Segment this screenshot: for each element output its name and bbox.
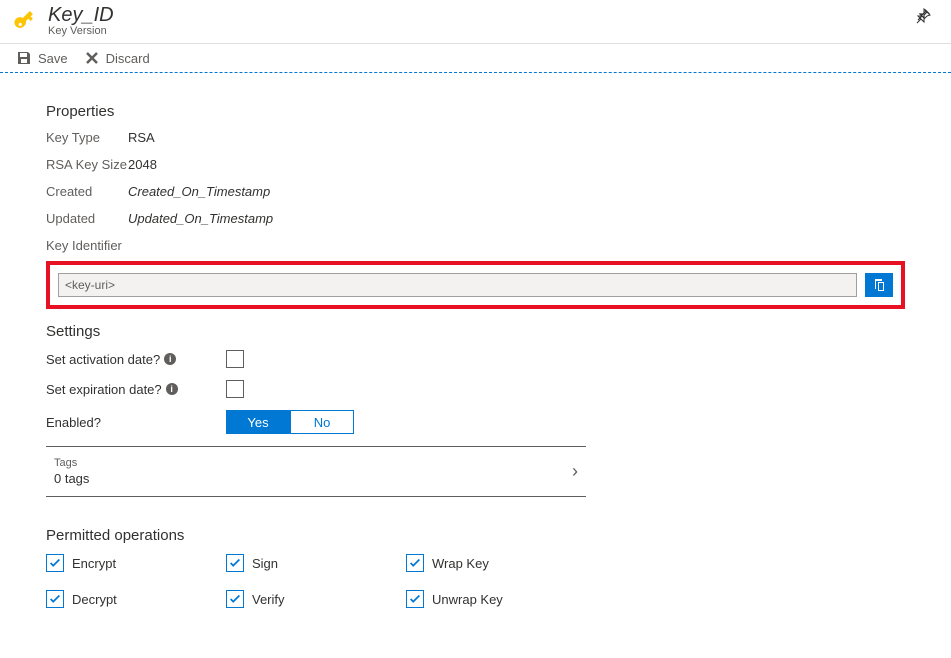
key-icon	[12, 7, 40, 35]
verify-checkbox[interactable]	[226, 590, 244, 608]
activation-label: Set activation date?	[46, 352, 160, 367]
discard-button[interactable]: Discard	[84, 50, 150, 66]
key-uri-input[interactable]	[58, 273, 857, 297]
sign-checkbox[interactable]	[226, 554, 244, 572]
updated-label: Updated	[46, 211, 128, 226]
key-type-value: RSA	[128, 130, 155, 145]
page-subtitle: Key Version	[48, 25, 114, 37]
info-icon[interactable]: i	[166, 383, 178, 395]
enabled-yes-button[interactable]: Yes	[226, 410, 290, 434]
expiration-label: Set expiration date?	[46, 382, 162, 397]
rsa-size-label: RSA Key Size	[46, 157, 128, 172]
decrypt-checkbox[interactable]	[46, 590, 64, 608]
decrypt-label: Decrypt	[72, 592, 117, 607]
permitted-heading: Permitted operations	[46, 527, 905, 544]
save-button[interactable]: Save	[16, 50, 68, 66]
unwrap-key-checkbox[interactable]	[406, 590, 424, 608]
discard-label: Discard	[106, 51, 150, 66]
created-value: Created_On_Timestamp	[128, 184, 270, 199]
rsa-size-value: 2048	[128, 157, 157, 172]
tags-count: 0 tags	[54, 471, 89, 486]
verify-label: Verify	[252, 592, 285, 607]
wrap-key-checkbox[interactable]	[406, 554, 424, 572]
created-label: Created	[46, 184, 128, 199]
copy-button[interactable]	[865, 273, 893, 297]
key-identifier-label: Key Identifier	[46, 238, 905, 253]
encrypt-checkbox[interactable]	[46, 554, 64, 572]
expiration-checkbox[interactable]	[226, 380, 244, 398]
chevron-right-icon: ›	[572, 461, 578, 482]
tags-row[interactable]: Tags 0 tags ›	[46, 447, 586, 497]
info-icon[interactable]: i	[164, 353, 176, 365]
activation-checkbox[interactable]	[226, 350, 244, 368]
key-uri-highlight	[46, 261, 905, 309]
properties-heading: Properties	[46, 103, 905, 120]
wrap-key-label: Wrap Key	[432, 556, 489, 571]
enabled-no-button[interactable]: No	[290, 410, 354, 434]
updated-value: Updated_On_Timestamp	[128, 211, 273, 226]
settings-heading: Settings	[46, 323, 905, 340]
key-type-label: Key Type	[46, 130, 128, 145]
pin-icon[interactable]	[915, 8, 931, 27]
unwrap-key-label: Unwrap Key	[432, 592, 503, 607]
tags-label: Tags	[54, 457, 89, 469]
enabled-label: Enabled?	[46, 415, 101, 430]
save-label: Save	[38, 51, 68, 66]
page-title: Key_ID	[48, 4, 114, 27]
sign-label: Sign	[252, 556, 278, 571]
encrypt-label: Encrypt	[72, 556, 116, 571]
